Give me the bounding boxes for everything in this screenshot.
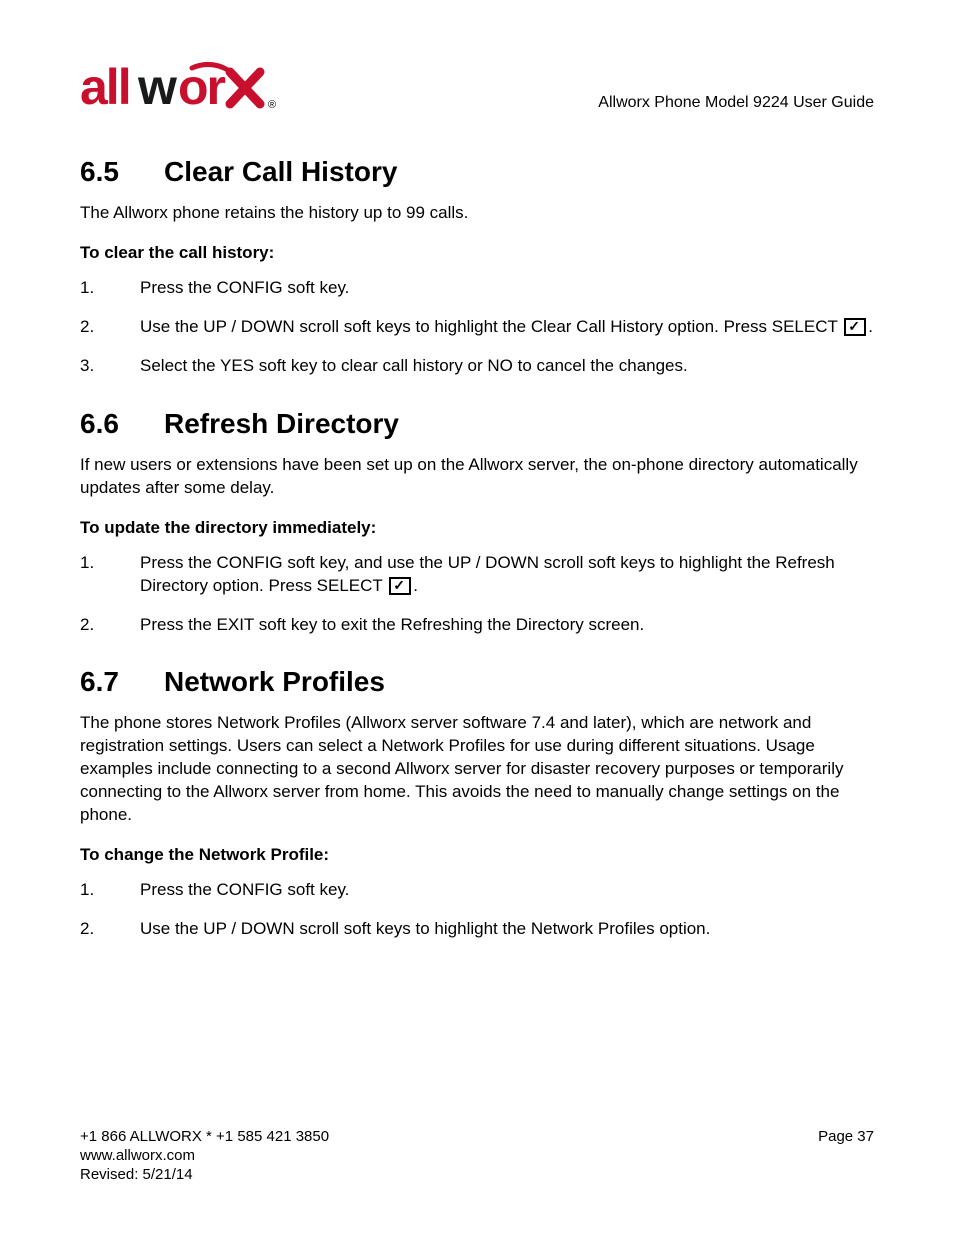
svg-text:w: w xyxy=(137,60,177,115)
footer-revised: Revised: 5/21/14 xyxy=(80,1166,329,1183)
select-check-icon xyxy=(389,577,411,595)
section-heading-6-7: 6.7Network Profiles xyxy=(80,666,874,698)
step-text: Press the EXIT soft key to exit the Refr… xyxy=(140,615,644,634)
step-text: Press the CONFIG soft key. xyxy=(140,278,349,297)
svg-text:all: all xyxy=(80,60,130,115)
page-number: Page 37 xyxy=(818,1128,874,1185)
step-item: Press the CONFIG soft key. xyxy=(80,277,874,300)
section-heading-6-6: 6.6Refresh Directory xyxy=(80,408,874,440)
select-check-icon xyxy=(844,318,866,336)
footer-contact: +1 866 ALLWORX * +1 585 421 3850 www.all… xyxy=(80,1128,329,1185)
section-number: 6.5 xyxy=(80,156,164,188)
procedure-steps: Press the CONFIG soft key, and use the U… xyxy=(80,552,874,637)
procedure-steps: Press the CONFIG soft key. Use the UP / … xyxy=(80,277,874,378)
section-title: Network Profiles xyxy=(164,666,385,697)
step-text: Select the YES soft key to clear call hi… xyxy=(140,356,688,375)
page-header: all w or ® Allworx Phone Model 9224 User… xyxy=(80,60,874,116)
section-number: 6.6 xyxy=(80,408,164,440)
step-item: Select the YES soft key to clear call hi… xyxy=(80,355,874,378)
section-number: 6.7 xyxy=(80,666,164,698)
svg-text:®: ® xyxy=(268,99,276,111)
section-intro: If new users or extensions have been set… xyxy=(80,454,874,500)
allworx-logo: all w or ® xyxy=(80,60,320,116)
section-intro: The phone stores Network Profiles (Allwo… xyxy=(80,712,874,827)
step-text: Press the CONFIG soft key. xyxy=(140,880,349,899)
step-item: Use the UP / DOWN scroll soft keys to hi… xyxy=(80,918,874,941)
step-item: Press the EXIT soft key to exit the Refr… xyxy=(80,614,874,637)
section-heading-6-5: 6.5Clear Call History xyxy=(80,156,874,188)
procedure-lead: To clear the call history: xyxy=(80,243,874,263)
page-footer: +1 866 ALLWORX * +1 585 421 3850 www.all… xyxy=(80,1128,874,1185)
section-title: Refresh Directory xyxy=(164,408,399,439)
footer-url: www.allworx.com xyxy=(80,1147,329,1164)
document-page: all w or ® Allworx Phone Model 9224 User… xyxy=(0,0,954,1235)
procedure-lead: To update the directory immediately: xyxy=(80,518,874,538)
step-text: Use the UP / DOWN scroll soft keys to hi… xyxy=(140,919,710,938)
step-text: . xyxy=(868,317,873,336)
allworx-logo-icon: all w or ® xyxy=(80,60,320,116)
step-item: Press the CONFIG soft key. xyxy=(80,879,874,902)
footer-phone: +1 866 ALLWORX * +1 585 421 3850 xyxy=(80,1128,329,1145)
document-title: Allworx Phone Model 9224 User Guide xyxy=(598,94,874,112)
section-title: Clear Call History xyxy=(164,156,397,187)
step-text: Press the CONFIG soft key, and use the U… xyxy=(140,553,835,595)
step-text: . xyxy=(413,576,418,595)
step-text: Use the UP / DOWN scroll soft keys to hi… xyxy=(140,317,842,336)
step-item: Use the UP / DOWN scroll soft keys to hi… xyxy=(80,316,874,339)
procedure-steps: Press the CONFIG soft key. Use the UP / … xyxy=(80,879,874,941)
step-item: Press the CONFIG soft key, and use the U… xyxy=(80,552,874,598)
procedure-lead: To change the Network Profile: xyxy=(80,845,874,865)
section-intro: The Allworx phone retains the history up… xyxy=(80,202,874,225)
